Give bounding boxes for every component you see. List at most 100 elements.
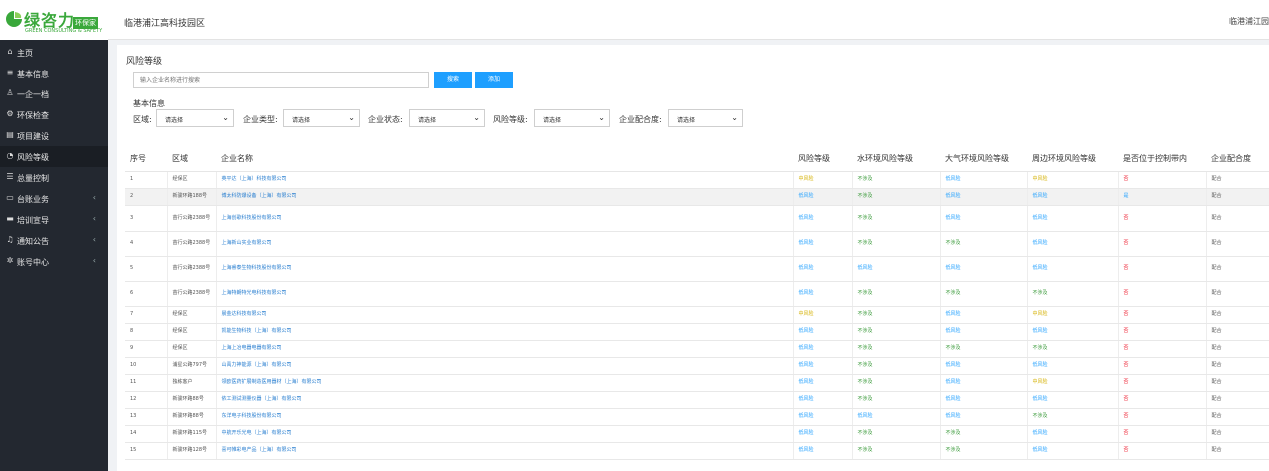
table-row[interactable]: 11 独栋客户 领欧医药扩展制造医用器材（上海）有限公司 低风险 不涉及 低风险 中风险 否 配…: [125, 374, 1269, 392]
cell-company-name[interactable]: 上海创歌科技股份有限公司: [215, 205, 793, 232]
cell-water-risk-text: 不涉及: [857, 396, 873, 402]
cell-company-name[interactable]: 东洋电子科技股份有限公司: [215, 408, 793, 426]
cell-air-risk-text: 低风险: [945, 413, 961, 419]
cell-area-text: 苗行公路2388号: [172, 265, 211, 271]
cell-company-name[interactable]: 英平达（上海）科技有限公司: [215, 171, 793, 189]
cell-company-name-text[interactable]: 中航开乐光电（上海）有限公司: [222, 430, 292, 436]
cell-company-name-text[interactable]: 上海创歌科技股份有限公司: [222, 215, 282, 221]
cell-air-risk-text: 低风险: [945, 176, 961, 182]
cell-risk: 低风险: [792, 374, 852, 392]
cell-control-zone: 否: [1117, 281, 1206, 307]
col-header-name[interactable]: 企业名称: [216, 146, 793, 172]
filter-status-select[interactable]: 请选择 ⌄: [409, 109, 485, 127]
col-header-risk[interactable]: 风险等级: [793, 146, 852, 172]
cell-risk-text: 低风险: [798, 362, 814, 368]
table-row[interactable]: 15 新骏环路128号 喜可帷彩电产品（上海）有限公司 低风险 不涉及 不涉及 低风险 否 配合: [125, 442, 1269, 460]
cell-company-name[interactable]: 博太科防爆设备（上海）有限公司: [215, 188, 793, 206]
table-header-row: 序号 区域 企业名称 风险等级 水环境风险等级 大气环境风险等级 周边环境风险等…: [125, 146, 1269, 172]
cell-cooperation-text: 配合: [1211, 396, 1222, 402]
cell-company-name[interactable]: 上海睿泰生物科技股份有限公司: [215, 256, 793, 282]
cell-company-name-text[interactable]: 喜可帷彩电产品（上海）有限公司: [222, 447, 297, 453]
cell-company-name[interactable]: 山禹力神能源（上海）有限公司: [215, 357, 793, 375]
cell-company-name-text[interactable]: 东洋电子科技股份有限公司: [222, 413, 282, 419]
cell-water-risk: 不涉及: [851, 281, 940, 307]
sidebar-item[interactable]: ♫ 通知公告 ‹: [0, 230, 108, 251]
cell-company-name-text[interactable]: 上海上冶电器电器有限公司: [222, 345, 282, 351]
cell-cooperation: 配合: [1205, 323, 1269, 341]
table-row[interactable]: 2 新骏环路188号 博太科防爆设备（上海）有限公司 低风险 不涉及 低风险 低风险 是 配合: [125, 188, 1269, 206]
cell-company-name-text[interactable]: 英平达（上海）科技有限公司: [222, 176, 287, 182]
col-header-cooperation[interactable]: 企业配合度: [1206, 146, 1269, 172]
cell-company-name[interactable]: 中航开乐光电（上海）有限公司: [215, 425, 793, 443]
table-row[interactable]: 7 经保区 晨金达科技有限公司 中风险 不涉及 低风险 中风险 否 配合: [125, 306, 1269, 324]
cell-control-zone-text: 否: [1123, 430, 1129, 436]
sidebar-item[interactable]: ✲ 账号中心 ‹: [0, 251, 108, 272]
cell-no-text: 10: [130, 362, 137, 368]
cell-company-name[interactable]: 晨金达科技有限公司: [215, 306, 793, 324]
cell-risk-text: 低风险: [798, 396, 814, 402]
cell-company-name[interactable]: 喜可帷彩电产品（上海）有限公司: [215, 442, 793, 460]
filter-coop-select[interactable]: 请选择 ⌄: [668, 109, 743, 127]
table-row[interactable]: 4 苗行公路2388号 上海新山实业有限公司 低风险 不涉及 不涉及 低风险 否 配合: [125, 231, 1269, 257]
chevron-down-icon: ⌄: [473, 113, 480, 122]
table-row[interactable]: 14 新骏环路115号 中航开乐光电（上海）有限公司 低风险 不涉及 不涉及 低风险 否 配合: [125, 425, 1269, 443]
cell-company-name-text[interactable]: 上海睿泰生物科技股份有限公司: [222, 265, 292, 271]
sidebar-item[interactable]: ▭ 台账业务 ‹: [0, 188, 108, 209]
cell-surrounding-risk-text: 低风险: [1032, 447, 1048, 453]
table-row[interactable]: 1 经保区 英平达（上海）科技有限公司 中风险 不涉及 低风险 中风险 否 配合: [125, 171, 1269, 189]
cell-company-name-text[interactable]: 上海新山实业有限公司: [222, 240, 272, 246]
filter-area-select[interactable]: 请选择 ⌄: [156, 109, 234, 127]
cell-control-zone-text: 否: [1123, 214, 1129, 221]
cell-no: 14: [125, 425, 167, 443]
cell-area: 苗行公路2388号: [166, 281, 216, 307]
sidebar-item-label: 账号中心: [17, 258, 49, 267]
cell-air-risk: 低风险: [939, 171, 1027, 189]
sidebar-item[interactable]: ⌂ 主页: [0, 42, 108, 63]
table-row[interactable]: 10 浦星公路797号 山禹力神能源（上海）有限公司 低风险 不涉及 低风险 低风险 否 配合: [125, 357, 1269, 375]
search-input[interactable]: [133, 72, 429, 88]
cell-company-name[interactable]: 领欧医药扩展制造医用器材（上海）有限公司: [215, 374, 793, 392]
table-row[interactable]: 8 经保区 凯能生物科技（上海）有限公司 低风险 不涉及 低风险 低风险 否 配合: [125, 323, 1269, 341]
search-button[interactable]: 搜索: [434, 72, 472, 88]
cell-water-risk: 低风险: [851, 256, 940, 282]
brand-logo[interactable]: 绿咨力 环保家 GREEN CONSULTING & SAFETY: [0, 0, 108, 40]
cell-risk: 低风险: [792, 340, 852, 358]
filter-risk-select[interactable]: 请选择 ⌄: [534, 109, 610, 127]
table-row[interactable]: 5 苗行公路2388号 上海睿泰生物科技股份有限公司 低风险 低风险 低风险 低风险 否 配合: [125, 256, 1269, 282]
cell-company-name-text[interactable]: 晨金达科技有限公司: [222, 311, 267, 317]
cell-control-zone-text: 否: [1123, 362, 1129, 368]
sidebar-item[interactable]: ☰ 总量控制: [0, 167, 108, 188]
cell-company-name[interactable]: 凯能生物科技（上海）有限公司: [215, 323, 793, 341]
cell-company-name[interactable]: 上海特朗特光电科技有限公司: [215, 281, 793, 307]
cell-company-name-text[interactable]: 领欧医药扩展制造医用器材（上海）有限公司: [222, 379, 322, 385]
col-header-area[interactable]: 区域: [167, 146, 216, 172]
sidebar-item[interactable]: ◔ 风险等级: [0, 146, 108, 167]
cell-company-name-text[interactable]: 博太科防爆设备（上海）有限公司: [222, 193, 297, 199]
cell-company-name-text[interactable]: 山禹力神能源（上海）有限公司: [222, 362, 292, 368]
sidebar-item[interactable]: ▤ 项目建设: [0, 125, 108, 146]
sidebar-item[interactable]: ≡ 基本信息: [0, 63, 108, 84]
sidebar-item[interactable]: ▬ 培训宣导 ‹: [0, 209, 108, 230]
add-button[interactable]: 添加: [475, 72, 513, 88]
col-header-air-risk[interactable]: 大气环境风险等级: [940, 146, 1027, 172]
col-header-water-risk[interactable]: 水环境风险等级: [852, 146, 940, 172]
cell-area-text: 独栋客户: [172, 379, 193, 385]
cell-company-name-text[interactable]: 上海特朗特光电科技有限公司: [222, 290, 287, 296]
col-header-control-zone[interactable]: 是否位于控制带内: [1118, 146, 1206, 172]
park-switch[interactable]: 临港浦江园: [1229, 16, 1269, 27]
table-row[interactable]: 6 苗行公路2388号 上海特朗特光电科技有限公司 低风险 不涉及 不涉及 不涉及 否 配合: [125, 281, 1269, 307]
cell-company-name[interactable]: 依工测试测量仪器（上海）有限公司: [215, 391, 793, 409]
table-row[interactable]: 9 经保区 上海上冶电器电器有限公司 低风险 不涉及 不涉及 不涉及 否 配合: [125, 340, 1269, 358]
sidebar-item[interactable]: ⚙ 环保检查: [0, 104, 108, 125]
cell-company-name-text[interactable]: 依工测试测量仪器（上海）有限公司: [222, 396, 302, 402]
filter-type-select[interactable]: 请选择 ⌄: [283, 109, 360, 127]
table-row[interactable]: 3 苗行公路2388号 上海创歌科技股份有限公司 低风险 不涉及 低风险 低风险 否 配合: [125, 205, 1269, 232]
cell-company-name-text[interactable]: 凯能生物科技（上海）有限公司: [222, 328, 292, 334]
sidebar-item[interactable]: ♙ 一企一档: [0, 83, 108, 104]
col-header-surrounding-risk[interactable]: 周边环境风险等级: [1027, 146, 1118, 172]
cell-company-name[interactable]: 上海上冶电器电器有限公司: [215, 340, 793, 358]
col-header-no[interactable]: 序号: [125, 146, 167, 172]
table-row[interactable]: 12 新骏环路88号 依工测试测量仪器（上海）有限公司 低风险 不涉及 低风险 低风险 否 配合: [125, 391, 1269, 409]
cell-company-name[interactable]: 上海新山实业有限公司: [215, 231, 793, 257]
table-row[interactable]: 13 新骏环路88号 东洋电子科技股份有限公司 低风险 低风险 低风险 不涉及 否 配合: [125, 408, 1269, 426]
